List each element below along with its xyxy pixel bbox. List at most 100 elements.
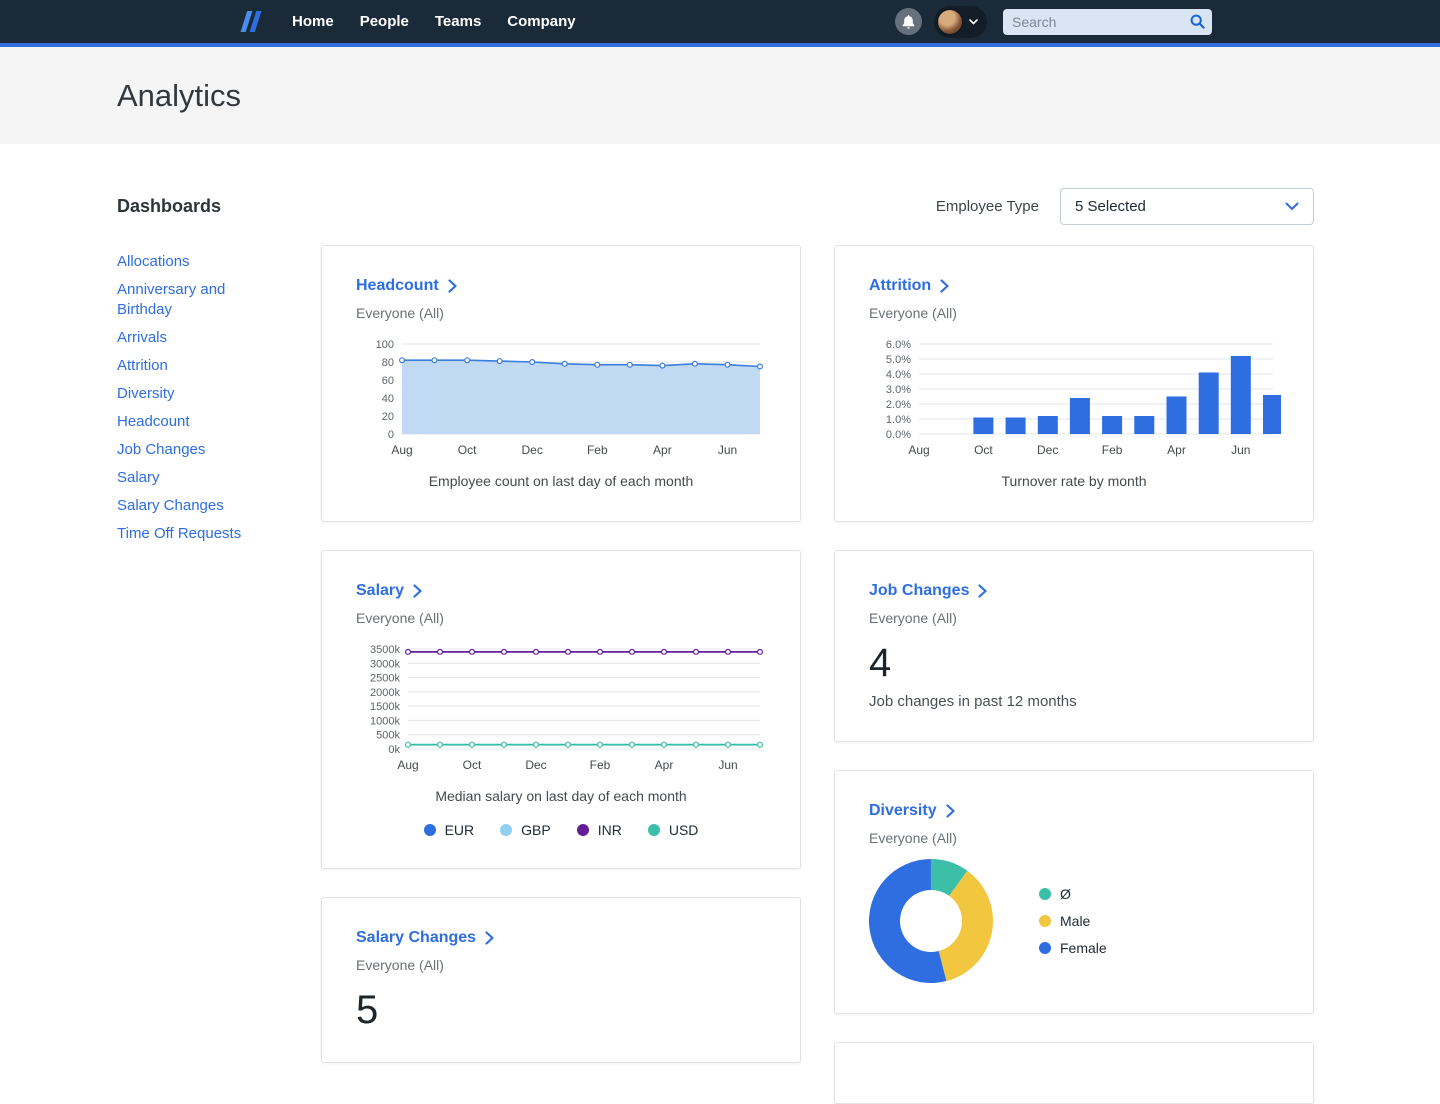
dashboards-sidebar: Allocations Anniversary and Birthday Arr… [117,245,321,1104]
chart-caption: Employee count on last day of each month [356,472,766,491]
svg-text:Feb: Feb [590,758,611,772]
sidebar-item-attrition[interactable]: Attrition [117,356,271,376]
svg-text:60: 60 [382,375,394,387]
svg-text:Oct: Oct [458,443,477,457]
employee-type-dropdown[interactable]: 5 Selected [1060,188,1314,225]
sidebar-item-salary-changes[interactable]: Salary Changes [117,496,271,516]
svg-text:0k: 0k [388,744,400,756]
chevron-down-icon [969,19,978,25]
cards-column-left: Headcount Everyone (All) 100806040200Aug… [321,245,801,1104]
nav-item-home[interactable]: Home [279,13,347,30]
legend-item: GBP [500,822,551,838]
job-changes-value: 4 [869,641,1279,685]
svg-text:Jun: Jun [718,443,737,457]
employee-type-value: 5 Selected [1075,198,1146,215]
legend-item: USD [648,822,699,838]
nav-item-company[interactable]: Company [494,13,588,30]
salary-card-link[interactable]: Salary [356,581,766,601]
svg-text:0: 0 [388,429,394,441]
chevron-right-icon [978,584,987,598]
chevron-down-icon [1285,202,1299,211]
dashboards-header-row: Dashboards Employee Type 5 Selected [117,188,1314,225]
search-input[interactable] [1012,14,1190,30]
salary-changes-card: Salary Changes Everyone (All) 5 [321,897,801,1063]
avatar [937,9,963,35]
card-subtitle: Everyone (All) [356,305,766,322]
svg-text:0.0%: 0.0% [886,429,911,441]
svg-text:100: 100 [376,339,394,351]
svg-text:1.0%: 1.0% [886,414,911,426]
salary-legend: EUR GBP INR USD [356,822,766,838]
card-title-text: Attrition [869,276,931,296]
legend-dot [500,824,512,836]
diversity-card-link[interactable]: Diversity [869,801,1279,821]
dashboards-heading: Dashboards [117,196,221,217]
notifications-button[interactable] [895,8,922,35]
svg-text:Jun: Jun [1231,443,1250,457]
legend-item: Male [1039,913,1107,929]
user-menu[interactable] [934,6,987,38]
salary-changes-value: 5 [356,988,766,1032]
card-subtitle: Everyone (All) [869,610,1279,627]
chart-caption: Median salary on last day of each month [356,787,766,806]
attrition-card: Attrition Everyone (All) 6.0%5.0%4.0%3.0… [834,245,1314,522]
svg-text:Feb: Feb [587,443,608,457]
salary-changes-card-link[interactable]: Salary Changes [356,928,766,948]
legend-item: Ø [1039,886,1107,902]
legend-item: INR [577,822,622,838]
svg-text:2500k: 2500k [370,673,400,685]
job-changes-card-link[interactable]: Job Changes [869,581,1279,601]
chart-caption: Turnover rate by month [869,472,1279,491]
attrition-chart: 6.0%5.0%4.0%3.0%2.0%1.0%0.0%AugOctDecFeb… [869,338,1281,460]
cards-grid: Headcount Everyone (All) 100806040200Aug… [321,245,1314,1104]
legend-label: EUR [445,822,475,838]
svg-text:Apr: Apr [653,443,672,457]
card-subtitle: Everyone (All) [869,305,1279,322]
sidebar-item-job-changes[interactable]: Job Changes [117,440,271,460]
legend-label: Ø [1060,886,1071,902]
legend-label: GBP [521,822,551,838]
card-title-text: Headcount [356,276,439,296]
sidebar-item-headcount[interactable]: Headcount [117,412,271,432]
sidebar-item-time-off-requests[interactable]: Time Off Requests [117,524,271,544]
svg-text:Oct: Oct [463,758,482,772]
sidebar-item-allocations[interactable]: Allocations [117,252,271,272]
employee-type-label: Employee Type [936,198,1039,215]
legend-dot [577,824,589,836]
svg-text:1000k: 1000k [370,715,400,727]
svg-text:Jun: Jun [718,758,737,772]
svg-text:Dec: Dec [522,443,543,457]
sidebar-item-anniversary-and-birthday[interactable]: Anniversary and Birthday [117,280,271,320]
legend-item: EUR [424,822,475,838]
chevron-right-icon [485,931,494,945]
svg-text:2000k: 2000k [370,687,400,699]
svg-text:Apr: Apr [1167,443,1186,457]
card-title-text: Salary [356,581,404,601]
svg-text:Dec: Dec [1037,443,1058,457]
legend-label: USD [669,822,699,838]
employee-type-filter: Employee Type 5 Selected [936,188,1314,225]
svg-text:3.0%: 3.0% [886,384,911,396]
sidebar-item-arrivals[interactable]: Arrivals [117,328,271,348]
headcount-card-link[interactable]: Headcount [356,276,766,296]
partial-card [834,1042,1314,1104]
svg-text:1500k: 1500k [370,701,400,713]
svg-text:5.0%: 5.0% [886,354,911,366]
headcount-chart: 100806040200AugOctDecFebAprJun [356,338,768,460]
sidebar-item-salary[interactable]: Salary [117,468,271,488]
namely-logo[interactable] [238,10,265,33]
svg-text:Apr: Apr [655,758,674,772]
search-icon[interactable] [1190,14,1205,29]
job-changes-caption: Job changes in past 12 months [869,693,1279,711]
legend-dot [648,824,660,836]
nav-item-people[interactable]: People [347,13,422,30]
svg-text:20: 20 [382,411,394,423]
search-box[interactable] [1003,9,1212,35]
legend-label: INR [598,822,622,838]
content-row: Allocations Anniversary and Birthday Arr… [117,245,1314,1104]
cards-column-right: Attrition Everyone (All) 6.0%5.0%4.0%3.0… [834,245,1314,1104]
job-changes-card: Job Changes Everyone (All) 4 Job changes… [834,550,1314,742]
nav-item-teams[interactable]: Teams [422,13,494,30]
sidebar-item-diversity[interactable]: Diversity [117,384,271,404]
attrition-card-link[interactable]: Attrition [869,276,1279,296]
